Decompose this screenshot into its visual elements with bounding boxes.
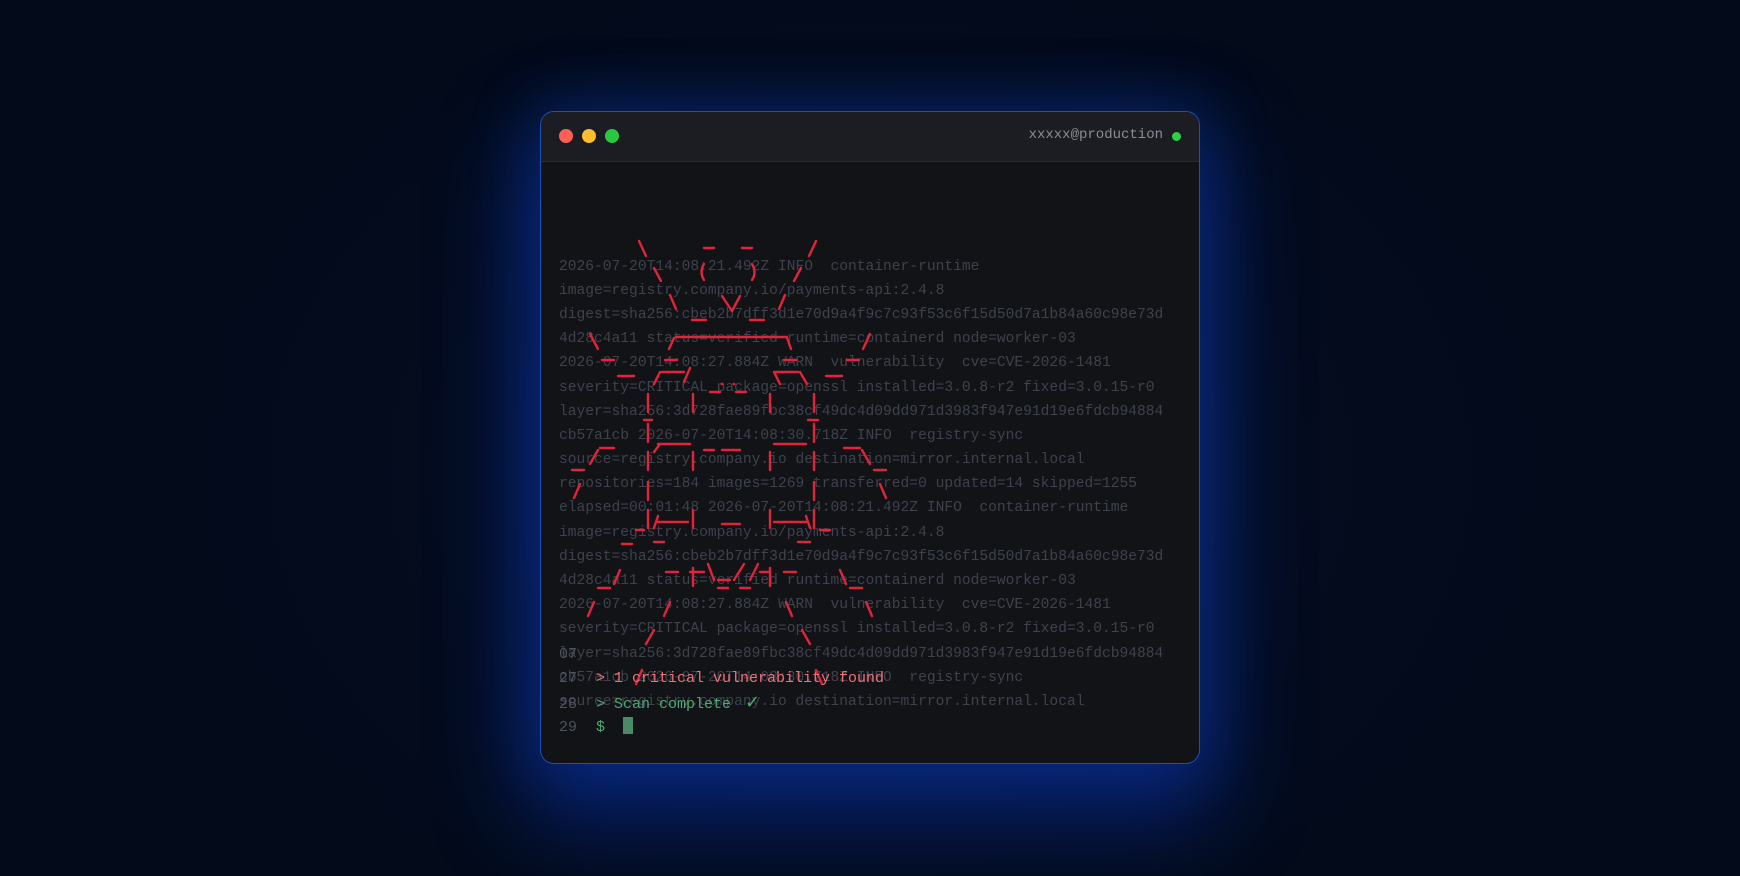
prompt-line: 29 $ <box>559 716 884 740</box>
prompt-line: 07 <box>559 643 884 667</box>
log-line: 4d28c4a11 status=verified runtime=contai… <box>559 573 1076 590</box>
success-message: > Scan complete <box>596 696 732 714</box>
log-line: elapsed=00:01:48 2026-07-20T14:08:21.492… <box>559 500 1129 517</box>
log-line: cb57a1cb 2026-07-20T14:08:30.718Z INFO r… <box>559 427 1024 444</box>
line-number: 27 <box>559 670 578 688</box>
minimize-window-button[interactable] <box>582 129 596 143</box>
critical-message: > 1 critical vulnerability found <box>596 670 885 688</box>
prompt-area[interactable]: 07 27 > 1 critical vulnerability found 28 > … <box>559 643 884 740</box>
log-line: image=registry.company.io/payments-api:2… <box>559 524 945 541</box>
status-dot-icon <box>1172 132 1181 141</box>
log-line: severity=CRITICAL package=openssl instal… <box>559 621 1155 638</box>
log-line: 4d28c4a11 status=verified runtime=contai… <box>559 331 1076 348</box>
line-number: 28 <box>559 696 578 714</box>
log-line: source=registry.company.io destination=m… <box>559 452 1085 469</box>
title-bar: xxxxx@production <box>541 112 1199 162</box>
log-line: image=registry.company.io/payments-api:2… <box>559 282 945 299</box>
close-window-button[interactable] <box>559 129 573 143</box>
shell-prompt: $ <box>596 718 606 736</box>
log-line: digest=sha256:cbeb2b7dff3d1e70d9a4f9c7c9… <box>559 548 1164 565</box>
log-output: 2026-07-20T14:08:21.492Z INFO container-… <box>559 182 1189 710</box>
maximize-window-button[interactable] <box>605 129 619 143</box>
cursor-block-icon[interactable] <box>623 716 634 734</box>
log-line: repositories=184 images=1269 transferred… <box>559 476 1138 493</box>
log-line: 2026-07-20T14:08:27.884Z WARN vulnerabil… <box>559 597 1111 614</box>
prompt-line: 27 > 1 critical vulnerability found <box>559 667 884 691</box>
prompt-line: 28 > Scan complete ✓ <box>559 691 884 715</box>
terminal-body[interactable]: 2026-07-20T14:08:21.492Z INFO container-… <box>559 182 1189 710</box>
terminal-window: xxxxx@production 2026-07-20T14:08:21.492… <box>540 111 1200 764</box>
log-line: 2026-07-20T14:08:21.492Z INFO container-… <box>559 258 980 275</box>
line-number: 07 <box>559 646 578 663</box>
checkmark-icon: ✓ <box>745 692 761 714</box>
log-line: digest=sha256:cbeb2b7dff3d1e70d9a4f9c7c9… <box>559 306 1164 323</box>
line-number: 29 <box>559 718 578 736</box>
host-label: xxxxx@production <box>1028 127 1163 143</box>
log-line: severity=CRITICAL package=openssl instal… <box>559 379 1155 396</box>
log-line: 2026-07-20T14:08:27.884Z WARN vulnerabil… <box>559 355 1111 372</box>
log-line: layer=sha256:3d728fae89fbc38cf49dc4d09dd… <box>559 403 1164 420</box>
